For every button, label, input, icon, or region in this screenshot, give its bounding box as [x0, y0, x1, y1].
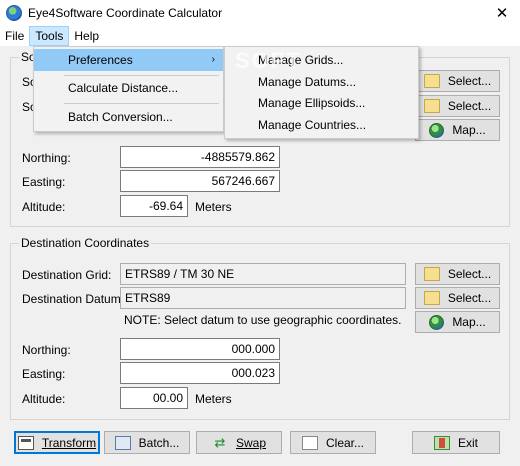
- destination-altitude-unit: Meters: [195, 392, 232, 406]
- preferences-submenu: Manage Grids... Manage Datums... Manage …: [224, 46, 419, 139]
- menu-manage-ellipsoids[interactable]: Manage Ellipsoids...: [225, 92, 418, 114]
- destination-grid-select-button[interactable]: Select...: [415, 263, 500, 285]
- app-globe-icon: [6, 5, 22, 21]
- folder-icon: [423, 291, 440, 305]
- clear-page-icon: [301, 435, 318, 450]
- destination-grid-label: Destination Grid:: [22, 268, 112, 282]
- destination-note: NOTE: Select datum to use geographic coo…: [124, 313, 402, 327]
- title-bar: Eye4Software Coordinate Calculator ✕: [0, 0, 520, 26]
- destination-datum-field[interactable]: ETRS89: [120, 287, 406, 309]
- swap-button[interactable]: ⇄ Swap: [196, 431, 282, 454]
- destination-northing-label: Northing:: [22, 343, 71, 357]
- menu-preferences[interactable]: Preferences ›: [34, 49, 223, 71]
- menu-calculate-distance[interactable]: Calculate Distance...: [34, 77, 223, 99]
- batch-button[interactable]: Batch...: [104, 431, 190, 454]
- exit-button[interactable]: Exit: [412, 431, 500, 454]
- menu-manage-grids[interactable]: Manage Grids...: [225, 49, 418, 71]
- globe-icon: [429, 122, 445, 138]
- source-map-button[interactable]: Map...: [415, 119, 500, 141]
- menu-tools[interactable]: Tools: [29, 26, 70, 46]
- swap-arrows-icon: ⇄: [214, 434, 226, 450]
- batch-icon: [114, 435, 131, 450]
- destination-datum-label: Destination Datum:: [22, 292, 125, 306]
- clear-button[interactable]: Clear...: [290, 431, 376, 454]
- source-datum-select-button[interactable]: Select...: [415, 95, 500, 117]
- folder-icon: [423, 74, 440, 88]
- close-window-button[interactable]: ✕: [484, 0, 520, 26]
- submenu-arrow-icon: ›: [211, 54, 215, 65]
- destination-altitude-field[interactable]: 00.00: [120, 387, 188, 409]
- destination-map-button[interactable]: Map...: [415, 311, 500, 333]
- source-altitude-field[interactable]: -69.64: [120, 195, 188, 217]
- destination-easting-field[interactable]: 000.023: [120, 362, 280, 384]
- menu-separator: [64, 103, 219, 104]
- source-altitude-unit: Meters: [195, 200, 232, 214]
- window-title: Eye4Software Coordinate Calculator: [28, 6, 223, 20]
- menu-batch-conversion[interactable]: Batch Conversion...: [34, 106, 223, 128]
- menu-manage-countries[interactable]: Manage Countries...: [225, 114, 418, 136]
- transform-button[interactable]: Transform: [14, 431, 100, 454]
- calculator-icon: [17, 435, 34, 450]
- source-easting-label: Easting:: [22, 175, 66, 189]
- menu-help[interactable]: Help: [69, 26, 104, 46]
- menu-file[interactable]: File: [0, 26, 29, 46]
- source-easting-field[interactable]: 567246.667: [120, 170, 280, 192]
- menu-manage-datums[interactable]: Manage Datums...: [225, 71, 418, 93]
- folder-icon: [423, 99, 440, 113]
- tools-menu-dropdown: Preferences › Calculate Distance... Batc…: [33, 46, 224, 132]
- destination-northing-field[interactable]: 000.000: [120, 338, 280, 360]
- menu-bar: File Tools Help: [0, 26, 520, 46]
- menu-separator: [64, 75, 219, 76]
- destination-datum-select-button[interactable]: Select...: [415, 287, 500, 309]
- destination-altitude-label: Altitude:: [22, 392, 66, 406]
- source-grid-select-button[interactable]: Select...: [415, 70, 500, 92]
- destination-easting-label: Easting:: [22, 367, 66, 381]
- exit-door-icon: [433, 435, 450, 450]
- source-altitude-label: Altitude:: [22, 200, 66, 214]
- destination-grid-field[interactable]: ETRS89 / TM 30 NE: [120, 263, 406, 285]
- globe-icon: [429, 314, 445, 330]
- folder-icon: [423, 267, 440, 281]
- destination-group-title: Destination Coordinates: [19, 236, 152, 250]
- source-northing-field[interactable]: -4885579.862: [120, 146, 280, 168]
- source-northing-label: Northing:: [22, 151, 71, 165]
